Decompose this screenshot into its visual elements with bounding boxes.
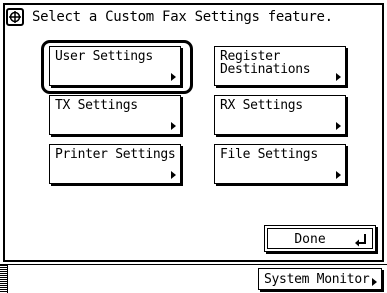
header: Select a Custom Fax Settings feature. [6,6,333,28]
status-bar: System Monitor [0,264,387,293]
status-strip [0,265,8,293]
printer-settings-label: Printer Settings [55,147,176,162]
instruction-text: Select a Custom Fax Settings feature. [32,9,333,25]
chevron-right-icon [336,171,341,179]
custom-fax-settings-screen: Select a Custom Fax Settings feature. Us… [0,0,387,293]
printer-settings-button[interactable]: Printer Settings [49,144,181,184]
done-label: Done [294,232,326,247]
chevron-right-icon [336,73,341,81]
rx-settings-button[interactable]: RX Settings [214,95,346,135]
rx-settings-label: RX Settings [220,98,303,113]
done-button[interactable]: Done [264,225,376,252]
tx-settings-button[interactable]: TX Settings [49,95,181,135]
chevron-right-icon [171,171,176,179]
user-settings-button[interactable]: User Settings [49,46,181,86]
register-destinations-button[interactable]: Register Destinations [214,46,346,86]
chevron-right-icon [336,122,341,130]
file-settings-label: File Settings [220,147,318,162]
system-monitor-button[interactable]: System Monitor [258,268,382,290]
file-settings-button[interactable]: File Settings [214,144,346,184]
system-monitor-label: System Monitor [264,272,370,287]
chevron-right-icon [171,73,176,81]
fax-settings-icon [6,8,24,26]
user-settings-label: User Settings [55,49,153,64]
enter-icon [355,232,367,247]
chevron-right-icon [171,122,176,130]
chevron-right-icon [372,278,377,286]
tx-settings-label: TX Settings [55,98,138,113]
register-destinations-label: Register Destinations [220,49,311,77]
